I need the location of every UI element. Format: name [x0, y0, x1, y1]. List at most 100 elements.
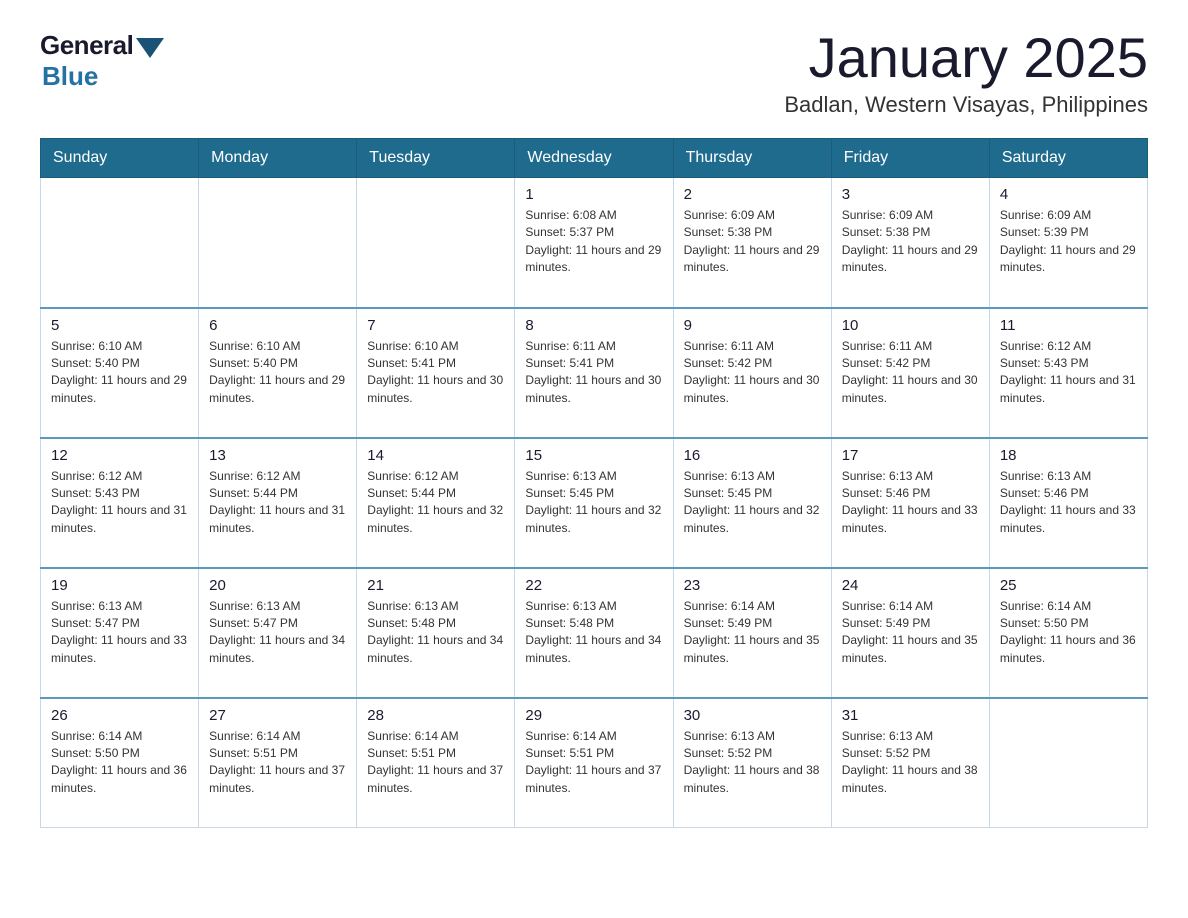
day-of-week-header: Saturday: [989, 139, 1147, 178]
day-number: 15: [525, 447, 662, 464]
day-info: Sunrise: 6:10 AM Sunset: 5:40 PM Dayligh…: [209, 338, 346, 408]
calendar-day-cell: 24 Sunrise: 6:14 AM Sunset: 5:49 PM Dayli…: [831, 568, 989, 698]
day-info: Sunrise: 6:14 AM Sunset: 5:50 PM Dayligh…: [51, 728, 188, 798]
day-number: 19: [51, 577, 188, 594]
day-info: Sunrise: 6:13 AM Sunset: 5:52 PM Dayligh…: [842, 728, 979, 798]
logo-triangle-icon: [136, 38, 164, 58]
day-info: Sunrise: 6:12 AM Sunset: 5:44 PM Dayligh…: [367, 468, 504, 538]
calendar-day-cell: 4Sunrise: 6:09 AM Sunset: 5:39 PM Daylig…: [989, 178, 1147, 308]
calendar-week-row: 26 Sunrise: 6:14 AM Sunset: 5:50 PM Dayli…: [41, 698, 1148, 828]
day-number: 25: [1000, 577, 1137, 594]
calendar-day-cell: 2Sunrise: 6:09 AM Sunset: 5:38 PM Daylig…: [673, 178, 831, 308]
calendar-day-cell: 22 Sunrise: 6:13 AM Sunset: 5:48 PM Dayli…: [515, 568, 673, 698]
calendar-day-cell: 10 Sunrise: 6:11 AM Sunset: 5:42 PM Dayli…: [831, 308, 989, 438]
day-info: Sunrise: 6:13 AM Sunset: 5:52 PM Dayligh…: [684, 728, 821, 798]
calendar-week-row: 19 Sunrise: 6:13 AM Sunset: 5:47 PM Dayli…: [41, 568, 1148, 698]
calendar-day-cell: 12 Sunrise: 6:12 AM Sunset: 5:43 PM Dayli…: [41, 438, 199, 568]
day-number: 3: [842, 186, 979, 203]
calendar-day-cell: 30 Sunrise: 6:13 AM Sunset: 5:52 PM Dayli…: [673, 698, 831, 828]
calendar-week-row: 12 Sunrise: 6:12 AM Sunset: 5:43 PM Dayli…: [41, 438, 1148, 568]
calendar-day-cell: 15Sunrise: 6:13 AM Sunset: 5:45 PM Dayli…: [515, 438, 673, 568]
day-number: 10: [842, 317, 979, 334]
day-number: 5: [51, 317, 188, 334]
day-number: 9: [684, 317, 821, 334]
day-info: Sunrise: 6:10 AM Sunset: 5:41 PM Dayligh…: [367, 338, 504, 408]
day-info: Sunrise: 6:13 AM Sunset: 5:46 PM Dayligh…: [1000, 468, 1137, 538]
day-info: Sunrise: 6:09 AM Sunset: 5:38 PM Dayligh…: [842, 207, 979, 277]
day-of-week-header: Sunday: [41, 139, 199, 178]
day-info: Sunrise: 6:14 AM Sunset: 5:49 PM Dayligh…: [842, 598, 979, 668]
calendar-day-cell: 28Sunrise: 6:14 AM Sunset: 5:51 PM Dayli…: [357, 698, 515, 828]
calendar-day-cell: 31 Sunrise: 6:13 AM Sunset: 5:52 PM Dayli…: [831, 698, 989, 828]
calendar-day-cell: [41, 178, 199, 308]
calendar-day-cell: 19 Sunrise: 6:13 AM Sunset: 5:47 PM Dayli…: [41, 568, 199, 698]
calendar-day-cell: [357, 178, 515, 308]
calendar-day-cell: 8 Sunrise: 6:11 AM Sunset: 5:41 PM Daylig…: [515, 308, 673, 438]
day-number: 24: [842, 577, 979, 594]
day-number: 20: [209, 577, 346, 594]
day-info: Sunrise: 6:11 AM Sunset: 5:41 PM Dayligh…: [525, 338, 662, 408]
day-number: 8: [525, 317, 662, 334]
calendar-day-cell: 26 Sunrise: 6:14 AM Sunset: 5:50 PM Dayli…: [41, 698, 199, 828]
month-title: January 2025: [784, 30, 1148, 86]
calendar-day-cell: 20 Sunrise: 6:13 AM Sunset: 5:47 PM Dayli…: [199, 568, 357, 698]
calendar-day-cell: 23 Sunrise: 6:14 AM Sunset: 5:49 PM Dayli…: [673, 568, 831, 698]
day-number: 7: [367, 317, 504, 334]
day-number: 21: [367, 577, 504, 594]
day-number: 4: [1000, 186, 1137, 203]
calendar-day-cell: 5 Sunrise: 6:10 AM Sunset: 5:40 PM Daylig…: [41, 308, 199, 438]
calendar-day-cell: 3 Sunrise: 6:09 AM Sunset: 5:38 PM Daylig…: [831, 178, 989, 308]
day-info: Sunrise: 6:10 AM Sunset: 5:40 PM Dayligh…: [51, 338, 188, 408]
location-text: Badlan, Western Visayas, Philippines: [784, 92, 1148, 118]
day-number: 27: [209, 707, 346, 724]
day-info: Sunrise: 6:13 AM Sunset: 5:47 PM Dayligh…: [209, 598, 346, 668]
calendar-day-cell: [199, 178, 357, 308]
calendar-day-cell: 9 Sunrise: 6:11 AM Sunset: 5:42 PM Daylig…: [673, 308, 831, 438]
day-info: Sunrise: 6:13 AM Sunset: 5:48 PM Dayligh…: [525, 598, 662, 668]
day-number: 22: [525, 577, 662, 594]
calendar-day-cell: 1Sunrise: 6:08 AM Sunset: 5:37 PM Daylig…: [515, 178, 673, 308]
logo-general-text: General: [40, 30, 133, 61]
day-number: 18: [1000, 447, 1137, 464]
calendar-day-cell: 18 Sunrise: 6:13 AM Sunset: 5:46 PM Dayli…: [989, 438, 1147, 568]
page-header: General Blue January 2025 Badlan, Wester…: [40, 30, 1148, 118]
day-info: Sunrise: 6:14 AM Sunset: 5:50 PM Dayligh…: [1000, 598, 1137, 668]
day-number: 6: [209, 317, 346, 334]
day-number: 11: [1000, 317, 1137, 334]
calendar-day-cell: 14 Sunrise: 6:12 AM Sunset: 5:44 PM Dayli…: [357, 438, 515, 568]
day-number: 12: [51, 447, 188, 464]
day-number: 13: [209, 447, 346, 464]
logo: General Blue: [40, 30, 164, 92]
day-of-week-header: Friday: [831, 139, 989, 178]
calendar-day-cell: 25 Sunrise: 6:14 AM Sunset: 5:50 PM Dayli…: [989, 568, 1147, 698]
calendar-week-row: 5 Sunrise: 6:10 AM Sunset: 5:40 PM Daylig…: [41, 308, 1148, 438]
day-info: Sunrise: 6:14 AM Sunset: 5:51 PM Dayligh…: [209, 728, 346, 798]
day-info: Sunrise: 6:13 AM Sunset: 5:48 PM Dayligh…: [367, 598, 504, 668]
title-section: January 2025 Badlan, Western Visayas, Ph…: [784, 30, 1148, 118]
calendar-week-row: 1Sunrise: 6:08 AM Sunset: 5:37 PM Daylig…: [41, 178, 1148, 308]
calendar-day-cell: 11Sunrise: 6:12 AM Sunset: 5:43 PM Dayli…: [989, 308, 1147, 438]
logo-blue-text: Blue: [42, 61, 98, 92]
day-number: 23: [684, 577, 821, 594]
calendar-day-cell: 6 Sunrise: 6:10 AM Sunset: 5:40 PM Daylig…: [199, 308, 357, 438]
day-number: 31: [842, 707, 979, 724]
day-info: Sunrise: 6:11 AM Sunset: 5:42 PM Dayligh…: [684, 338, 821, 408]
day-number: 14: [367, 447, 504, 464]
calendar-day-cell: 16Sunrise: 6:13 AM Sunset: 5:45 PM Dayli…: [673, 438, 831, 568]
calendar-header-row: SundayMondayTuesdayWednesdayThursdayFrid…: [41, 139, 1148, 178]
day-info: Sunrise: 6:08 AM Sunset: 5:37 PM Dayligh…: [525, 207, 662, 277]
day-number: 26: [51, 707, 188, 724]
day-info: Sunrise: 6:13 AM Sunset: 5:47 PM Dayligh…: [51, 598, 188, 668]
calendar-day-cell: 27 Sunrise: 6:14 AM Sunset: 5:51 PM Dayli…: [199, 698, 357, 828]
calendar-day-cell: 29Sunrise: 6:14 AM Sunset: 5:51 PM Dayli…: [515, 698, 673, 828]
day-of-week-header: Thursday: [673, 139, 831, 178]
day-info: Sunrise: 6:12 AM Sunset: 5:43 PM Dayligh…: [51, 468, 188, 538]
day-number: 30: [684, 707, 821, 724]
day-info: Sunrise: 6:11 AM Sunset: 5:42 PM Dayligh…: [842, 338, 979, 408]
day-info: Sunrise: 6:14 AM Sunset: 5:49 PM Dayligh…: [684, 598, 821, 668]
calendar-day-cell: 21 Sunrise: 6:13 AM Sunset: 5:48 PM Dayli…: [357, 568, 515, 698]
day-info: Sunrise: 6:13 AM Sunset: 5:45 PM Dayligh…: [684, 468, 821, 538]
calendar-day-cell: 17 Sunrise: 6:13 AM Sunset: 5:46 PM Dayli…: [831, 438, 989, 568]
day-info: Sunrise: 6:13 AM Sunset: 5:46 PM Dayligh…: [842, 468, 979, 538]
day-number: 17: [842, 447, 979, 464]
